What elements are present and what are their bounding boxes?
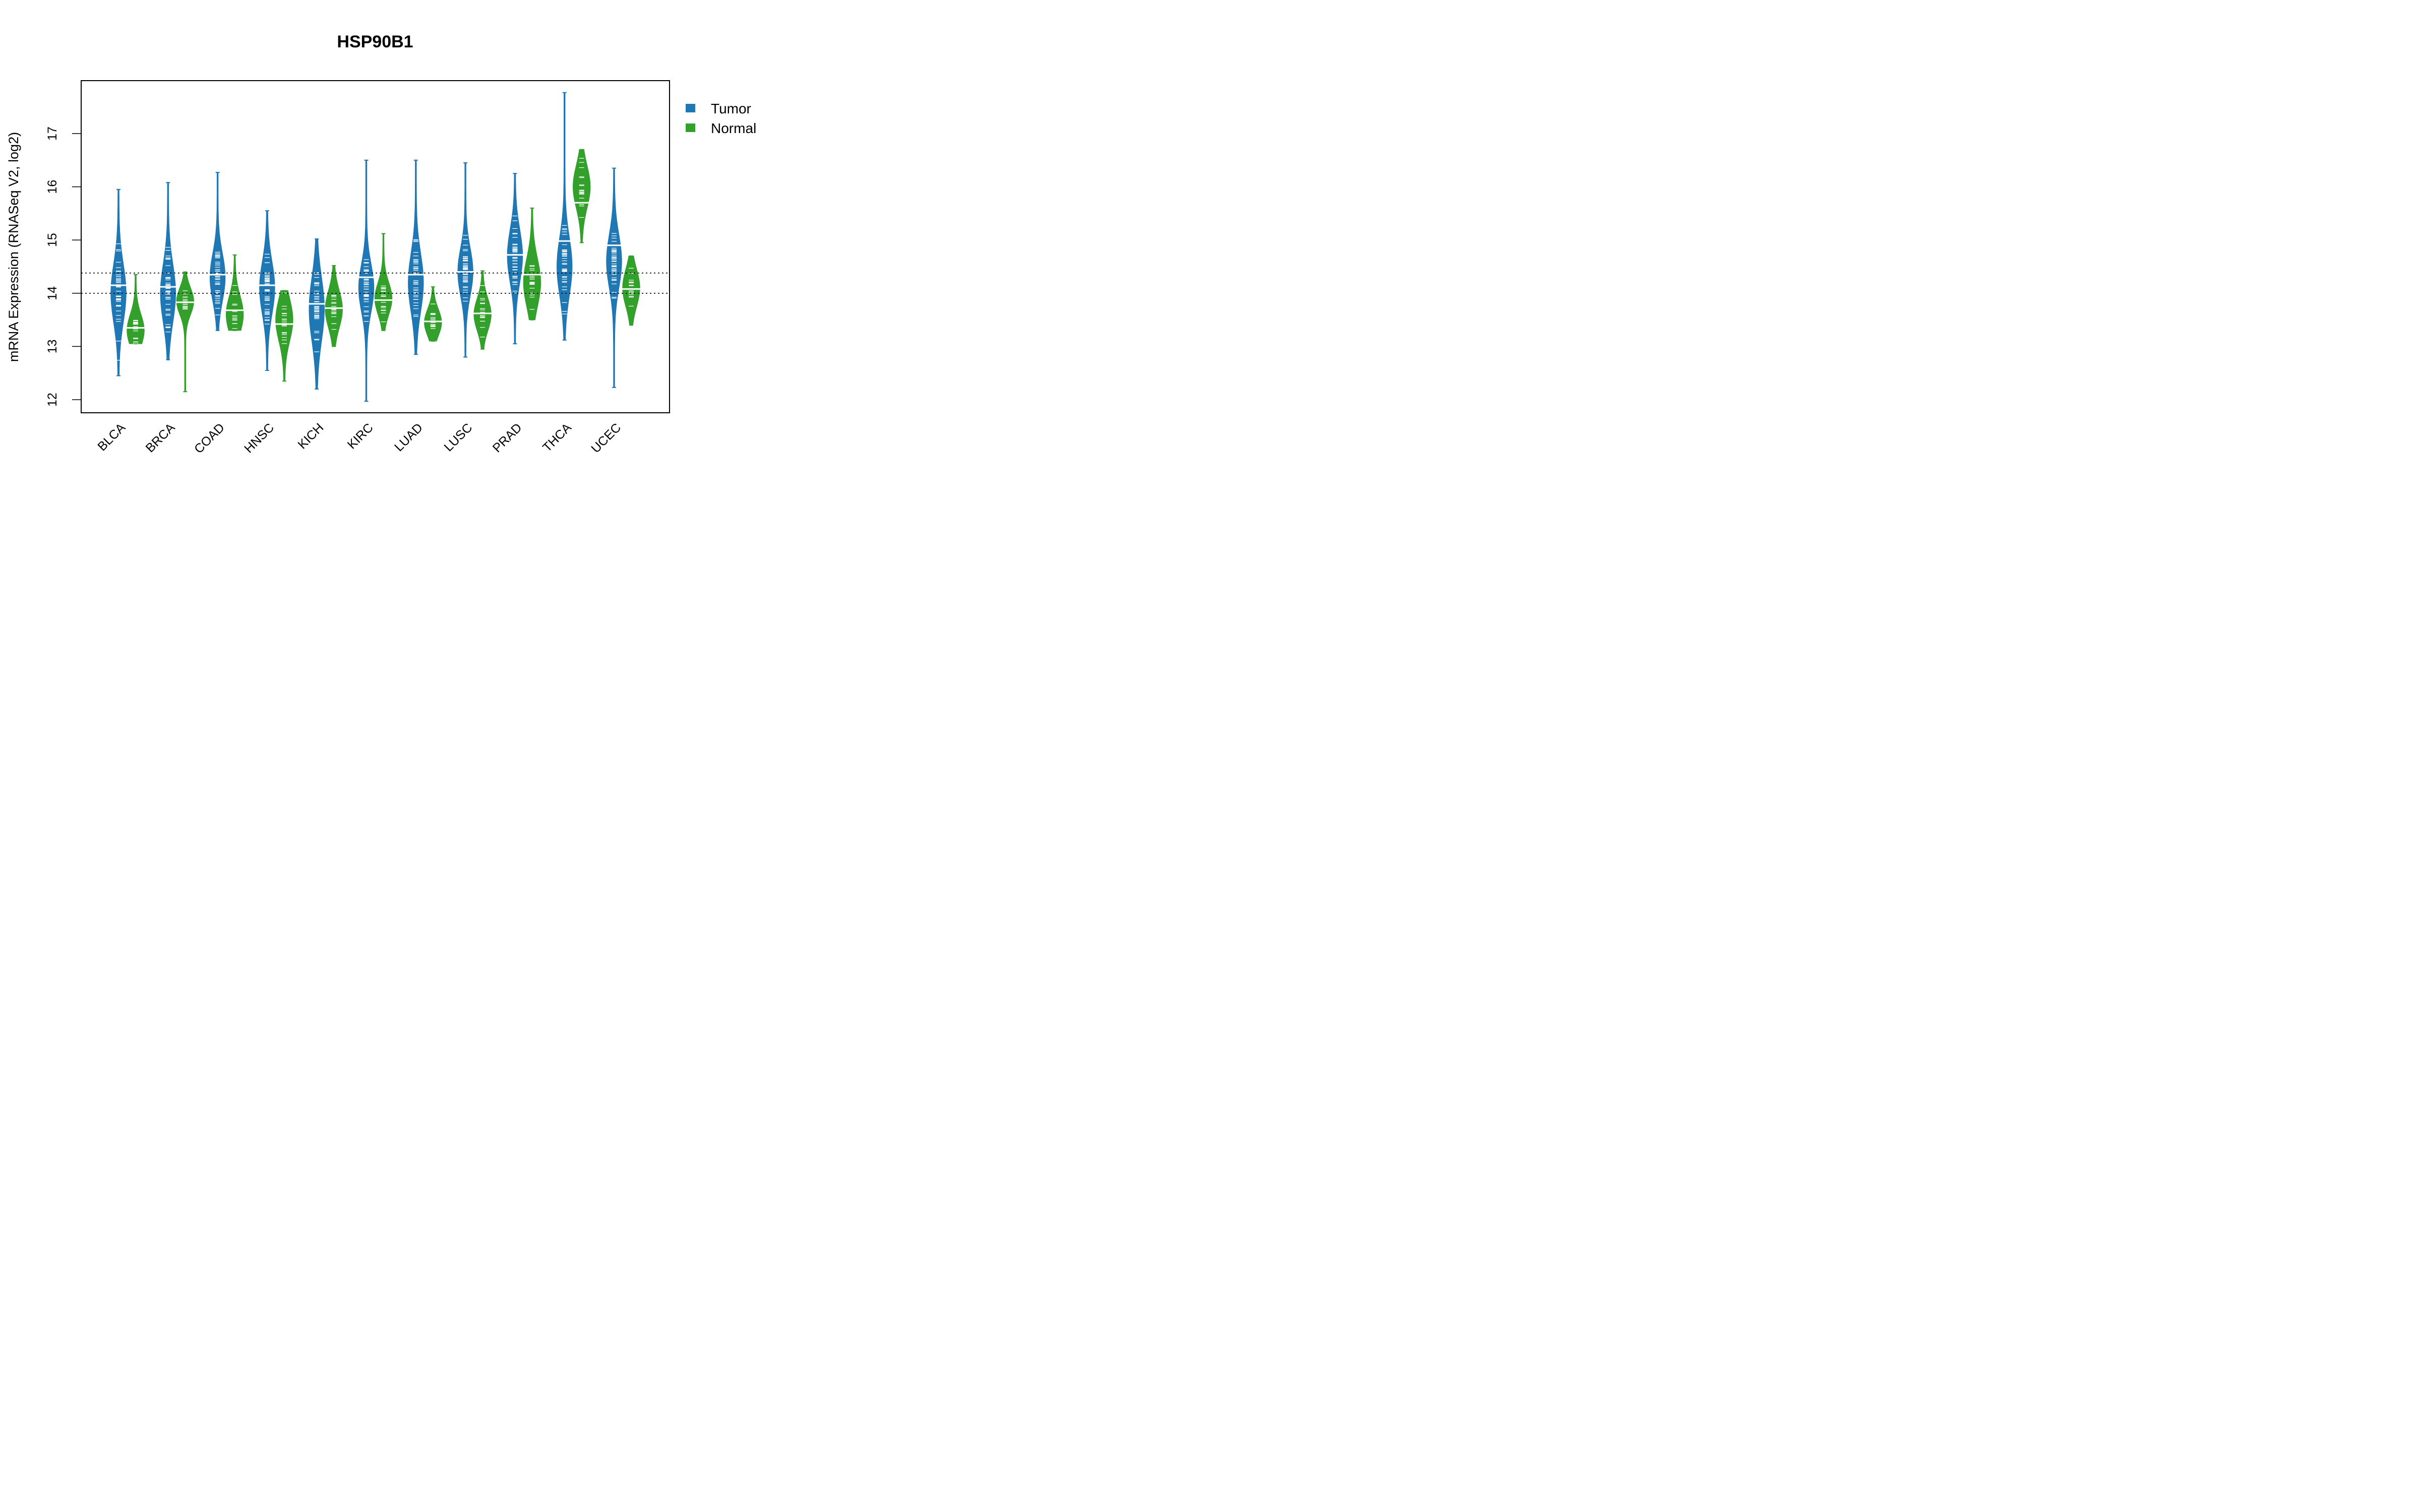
- bean-tumor-blca: [110, 188, 127, 376]
- x-tick-label: THCA: [540, 420, 574, 455]
- bean-density-normal: [573, 149, 591, 243]
- bean-tumor-kirc: [358, 159, 375, 402]
- x-tick-label: LUAD: [392, 420, 426, 454]
- x-tick-label: BRCA: [143, 420, 178, 455]
- x-tick-label: KICH: [295, 420, 326, 452]
- bean-density-normal: [325, 265, 343, 347]
- legend: Tumor Normal: [686, 101, 756, 136]
- bean-density-tumor: [408, 160, 424, 355]
- bean-density-normal: [374, 233, 393, 331]
- x-tick-label: BLCA: [95, 420, 128, 454]
- bean-density-tumor: [160, 182, 176, 360]
- y-tick-label: 17: [45, 127, 59, 141]
- bean-density-normal: [176, 272, 195, 392]
- bean-density-tumor: [209, 172, 226, 331]
- bean-tumor-ucec: [606, 167, 622, 388]
- legend-label-tumor: Tumor: [711, 101, 751, 116]
- bean-tumor-hnsc: [259, 210, 275, 371]
- bean-density-normal: [523, 208, 541, 321]
- bean-normal-brca: [176, 271, 195, 393]
- bean-normal-thca: [572, 149, 591, 243]
- x-tick-label: HNSC: [241, 420, 277, 456]
- bean-density-normal: [127, 274, 145, 344]
- bean-normal-blca: [127, 274, 145, 345]
- bean-density-normal: [275, 290, 293, 382]
- beans-layer: [110, 92, 640, 402]
- y-tick-label: 13: [45, 339, 59, 353]
- bean-tumor-prad: [507, 173, 523, 345]
- beanplot-chart: HSP90B1 12 13 14 15 16 17 BLCA BRCA COAD HNSC KIC…: [6, 32, 756, 456]
- bean-density-tumor: [358, 160, 375, 402]
- y-tick-label: 15: [45, 233, 59, 247]
- bean-tumor-coad: [209, 172, 226, 331]
- bean-normal-coad: [225, 254, 244, 331]
- legend-swatch-tumor: [686, 104, 695, 112]
- x-tick-label: KIRC: [345, 420, 376, 452]
- bean-normal-ucec: [622, 255, 640, 326]
- x-tick-label: UCEC: [588, 420, 624, 456]
- y-tick-label: 16: [45, 180, 59, 194]
- legend-label-normal: Normal: [711, 120, 756, 136]
- x-axis: BLCA BRCA COAD HNSC KICH KIRC LUAD LUSC PRAD THCA…: [95, 420, 624, 456]
- bean-normal-hnsc: [275, 290, 293, 382]
- legend-swatch-normal: [686, 123, 695, 132]
- chart-title: HSP90B1: [337, 32, 413, 51]
- bean-tumor-lusc: [457, 162, 474, 358]
- bean-density-tumor: [309, 238, 325, 390]
- bean-normal-kirc: [374, 233, 393, 331]
- x-tick-label: LUSC: [441, 420, 475, 454]
- bean-tumor-thca: [556, 92, 573, 341]
- bean-normal-lusc: [473, 270, 492, 350]
- bean-tumor-luad: [407, 159, 424, 355]
- y-axis: 12 13 14 15 16 17: [45, 127, 81, 407]
- bean-normal-luad: [424, 286, 442, 342]
- bean-density-tumor: [556, 92, 573, 341]
- bean-normal-prad: [523, 207, 541, 321]
- bean-normal-kich: [325, 265, 343, 347]
- x-tick-label: PRAD: [490, 420, 525, 455]
- y-tick-label: 12: [45, 393, 59, 407]
- y-axis-label: mRNA Expression (RNASeq V2, log2): [6, 132, 21, 362]
- x-tick-label: COAD: [192, 420, 227, 456]
- bean-tumor-brca: [160, 182, 176, 360]
- y-tick-label: 14: [45, 286, 59, 300]
- bean-tumor-kich: [309, 238, 325, 390]
